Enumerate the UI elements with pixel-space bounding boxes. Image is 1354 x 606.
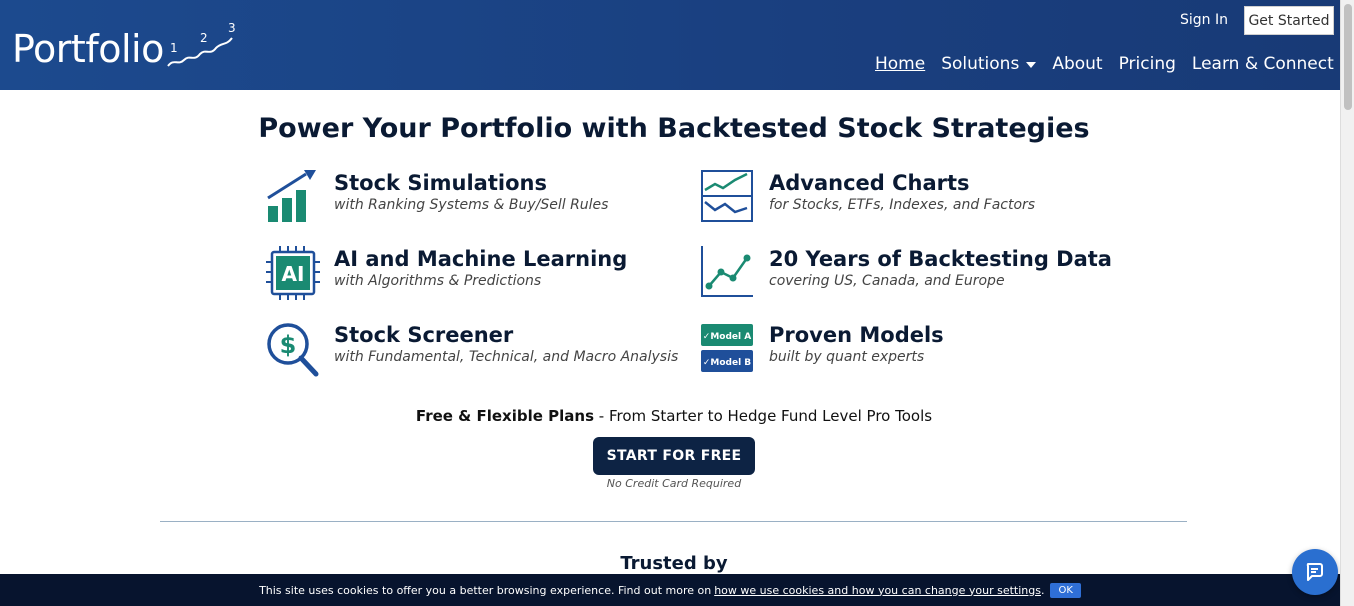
feature-subtitle: built by quant experts xyxy=(769,349,925,365)
site-header: Portfolio 1 2 3 Sign In Get Started Home… xyxy=(0,0,1351,90)
scrollbar-thumb[interactable] xyxy=(1344,4,1352,110)
feature-title: 20 Years of Backtesting Data xyxy=(769,247,1112,271)
nav-learn-connect-label: Learn & Connect xyxy=(1191,54,1334,74)
start-for-free-button[interactable]: START FOR FREE xyxy=(593,437,755,475)
cookie-period: . xyxy=(1040,583,1045,597)
feature-title: Stock Screener xyxy=(334,323,514,347)
nav-about[interactable]: About xyxy=(1052,54,1102,74)
main-nav: Home Solutions About Pricing Learn & Con… xyxy=(875,54,1354,74)
nav-home[interactable]: Home xyxy=(875,54,925,74)
feature-stock-simulations: Stock Simulations with Ranking Systems &… xyxy=(266,170,608,226)
feature-subtitle: covering US, Canada, and Europe xyxy=(769,273,1005,289)
data-trend-icon xyxy=(701,246,753,297)
get-started-button[interactable]: Get Started xyxy=(1244,6,1334,35)
feature-backtesting-data: 20 Years of Backtesting Data covering US… xyxy=(701,246,1112,302)
svg-text:AI: AI xyxy=(282,262,305,286)
feature-proven-models: ✓Model A ✓Model B Proven Models built by… xyxy=(701,322,944,378)
plans-rest: - From Starter to Hedge Fund Level Pro T… xyxy=(594,407,933,425)
chat-bubble-icon xyxy=(1306,563,1323,581)
svg-text:$: $ xyxy=(280,331,297,359)
ai-chip-icon: AI xyxy=(266,246,320,300)
cookie-banner: This site uses cookies to offer you a be… xyxy=(0,574,1340,606)
feature-advanced-charts: Advanced Charts for Stocks, ETFs, Indexe… xyxy=(701,170,1035,226)
nav-solutions[interactable]: Solutions xyxy=(941,54,1037,74)
cookie-text: This site uses cookies to offer you a be… xyxy=(259,583,712,597)
logo-text: Portfolio xyxy=(12,27,164,71)
bar-chart-growth-icon xyxy=(267,170,316,222)
line-charts-icon xyxy=(701,170,753,222)
dollar-magnifier-icon: $ xyxy=(267,323,319,377)
feature-subtitle: for Stocks, ETFs, Indexes, and Factors xyxy=(769,197,1036,213)
logo-digit-1: 1 xyxy=(170,41,178,55)
logo-steps-icon: 1 2 3 xyxy=(167,22,236,67)
feature-title: Stock Simulations xyxy=(334,171,547,195)
nav-learn-connect[interactable]: Learn & Connect xyxy=(1192,54,1351,74)
nav-pricing-label: Pricing xyxy=(1118,54,1176,74)
section-divider xyxy=(160,521,1187,522)
chat-button[interactable] xyxy=(1292,549,1338,595)
feature-subtitle: with Algorithms & Predictions xyxy=(334,273,542,289)
cookie-settings-link[interactable]: how we use cookies and how you can chang… xyxy=(714,584,1041,597)
plans-text: Free & Flexible Plans - From Starter to … xyxy=(0,407,1348,425)
nav-about-label: About xyxy=(1052,54,1103,74)
page-title: Power Your Portfolio with Backtested Sto… xyxy=(258,113,1090,144)
feature-ai-machine-learning: AI AI and Machine Learning with Algorith… xyxy=(266,246,627,302)
page-scrollbar[interactable] xyxy=(1340,0,1354,606)
feature-stock-screener: $ Stock Screener with Fundamental, Techn… xyxy=(266,322,678,378)
plans-bold: Free & Flexible Plans xyxy=(415,407,594,425)
feature-subtitle: with Fundamental, Technical, and Macro A… xyxy=(334,349,679,365)
feature-subtitle: with Ranking Systems & Buy/Sell Rules xyxy=(334,197,609,213)
model-b-badge: ✓Model B xyxy=(703,358,751,368)
logo-digit-2: 2 xyxy=(200,31,208,45)
nav-home-label: Home xyxy=(875,54,926,74)
no-credit-card-note: No Credit Card Required xyxy=(606,477,742,490)
feature-title: Advanced Charts xyxy=(769,171,970,195)
models-badge-icon: ✓Model A ✓Model B xyxy=(701,324,753,372)
nav-pricing[interactable]: Pricing xyxy=(1119,54,1176,74)
chevron-down-icon xyxy=(1026,62,1037,68)
model-a-badge: ✓Model A xyxy=(703,332,751,342)
cookie-ok-button[interactable]: OK xyxy=(1050,582,1081,598)
trusted-by-heading: Trusted by xyxy=(620,553,728,574)
sign-in-link[interactable]: Sign In xyxy=(1180,12,1228,28)
page: Portfolio 1 2 3 Sign In Get Started Home… xyxy=(0,0,1354,606)
logo[interactable]: Portfolio 1 2 3 xyxy=(12,22,244,68)
feature-title: Proven Models xyxy=(769,323,944,347)
nav-solutions-label: Solutions xyxy=(941,54,1020,74)
feature-title: AI and Machine Learning xyxy=(334,247,628,271)
logo-digit-3: 3 xyxy=(228,22,236,35)
